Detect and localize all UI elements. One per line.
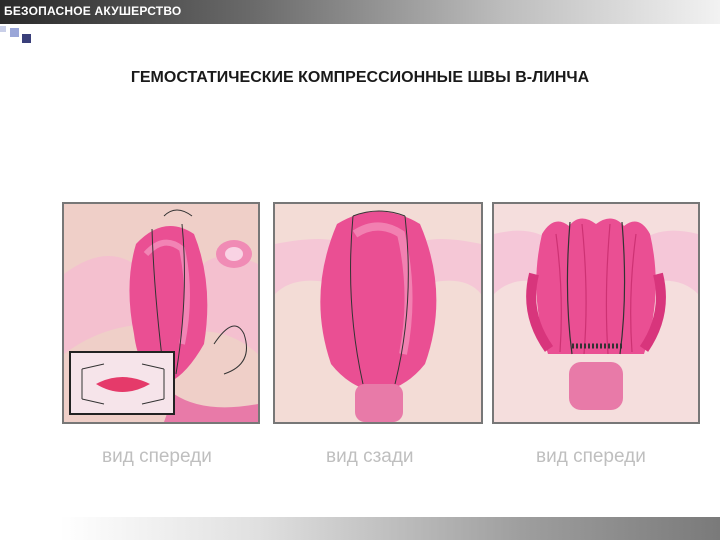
uterus-illustration-front bbox=[64, 209, 258, 422]
figure-front-view bbox=[62, 202, 260, 424]
figure-front-view-compressed bbox=[492, 202, 700, 424]
caption-front-view: вид спереди bbox=[102, 446, 212, 467]
uterus-illustration-back bbox=[275, 210, 481, 422]
slide-title: ГЕМОСТАТИЧЕСКИЕ КОМПРЕССИОННЫЕ ШВЫ В-ЛИН… bbox=[130, 69, 590, 86]
header-bar: БЕЗОПАСНОЕ АКУШЕРСТВО bbox=[0, 0, 720, 24]
header-label: БЕЗОПАСНОЕ АКУШЕРСТВО bbox=[4, 4, 182, 18]
caption-back-view: вид сзади bbox=[326, 446, 414, 467]
uterus-illustration-compressed bbox=[494, 218, 698, 410]
decor-square bbox=[0, 26, 6, 32]
footer-bar bbox=[60, 517, 720, 540]
decor-square bbox=[22, 34, 31, 43]
figure-back-view bbox=[273, 202, 483, 424]
decor-square bbox=[10, 28, 19, 37]
caption-front-view-2: вид спереди bbox=[536, 446, 646, 467]
